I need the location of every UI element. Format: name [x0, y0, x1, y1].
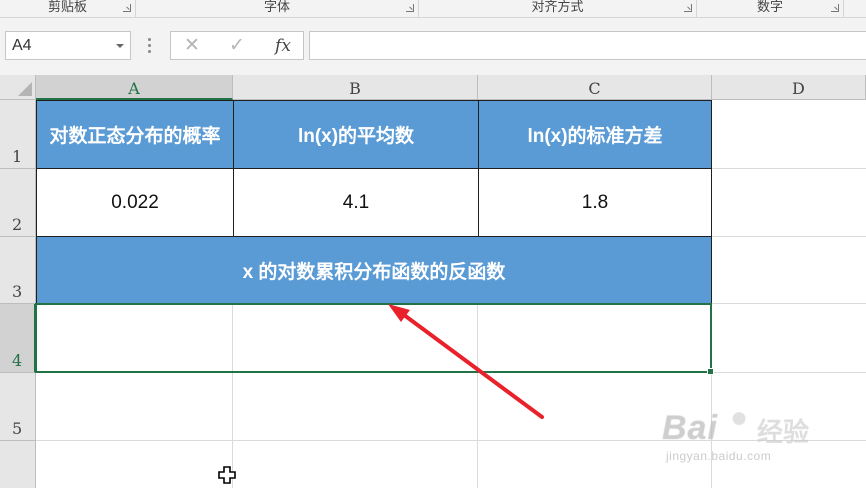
cell-cursor-icon — [218, 466, 236, 484]
watermark-url: jingyan.baidu.com — [666, 449, 772, 463]
baidu-watermark: Bai ● 经验 jingyan.baidu.com — [662, 397, 862, 467]
arrow-shaft — [398, 310, 544, 419]
paw-icon: ● — [730, 401, 749, 434]
watermark-suffix: 经验 — [757, 417, 810, 447]
watermark-brand: Bai — [662, 409, 718, 447]
